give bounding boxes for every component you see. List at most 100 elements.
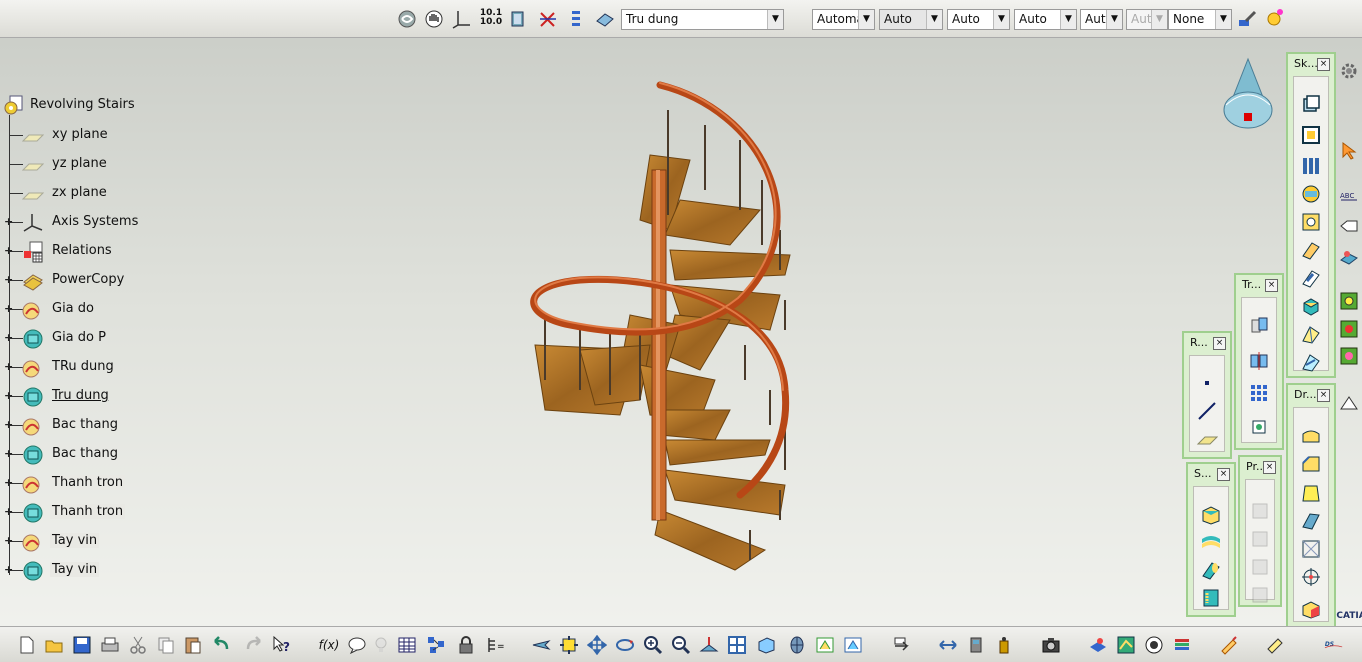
flag-note-icon[interactable] (1338, 215, 1360, 237)
pan-icon[interactable] (423, 8, 445, 30)
multi-view-icon[interactable] (726, 634, 748, 656)
view-icon[interactable] (507, 8, 529, 30)
close-icon[interactable]: × (1265, 279, 1278, 292)
hole-icon[interactable] (1300, 211, 1322, 233)
paste-icon[interactable] (182, 634, 204, 656)
parameters-icon[interactable]: = (484, 634, 506, 656)
extract-icon[interactable] (1338, 345, 1360, 367)
close-icon[interactable]: × (1317, 389, 1330, 402)
expand-icon[interactable]: + (4, 245, 13, 256)
capture-icon[interactable] (1040, 634, 1062, 656)
fit-all-icon[interactable] (558, 634, 580, 656)
thick-surface-icon[interactable] (1200, 531, 1222, 553)
pad-icon[interactable] (1300, 93, 1322, 115)
environment-icon[interactable] (1143, 634, 1165, 656)
sketch-plane-icon[interactable] (1338, 392, 1360, 414)
map-texture-icon[interactable] (1115, 634, 1137, 656)
expand-icon[interactable]: + (4, 448, 13, 459)
list-icon[interactable] (565, 8, 587, 30)
measure-icon[interactable]: 10.1 10.0 (478, 7, 504, 29)
cut-icon[interactable] (127, 634, 149, 656)
draft-icon[interactable] (1300, 482, 1322, 504)
line-icon[interactable] (1196, 400, 1218, 422)
whats-this-help-icon[interactable]: ? (271, 634, 293, 656)
swap-visible-space-icon[interactable] (842, 634, 864, 656)
axis-icon[interactable] (451, 8, 473, 30)
snap-icon[interactable] (537, 8, 559, 30)
copy-icon[interactable] (155, 634, 177, 656)
close-icon[interactable]: × (1317, 58, 1330, 71)
normal-view-icon[interactable] (698, 634, 720, 656)
expand-icon[interactable]: + (4, 419, 13, 430)
stack-layers-icon[interactable] (1171, 634, 1193, 656)
expand-icon[interactable]: + (4, 361, 13, 372)
remove-face-icon[interactable] (1300, 598, 1322, 620)
expand-icon[interactable]: + (4, 303, 13, 314)
magic-wand-icon[interactable] (1264, 6, 1286, 28)
translation-icon[interactable] (1248, 314, 1270, 336)
save-icon[interactable] (71, 634, 93, 656)
plane-icon[interactable] (1196, 428, 1219, 450)
thread-icon[interactable] (1300, 566, 1322, 588)
transparency-select[interactable]: Auto ▼ (879, 9, 943, 30)
open-folder-icon[interactable] (43, 634, 65, 656)
layer-icon[interactable] (594, 8, 616, 30)
expand-icon[interactable]: + (4, 332, 13, 343)
removed-loft-icon[interactable] (1300, 351, 1322, 373)
scan-icon[interactable] (1338, 245, 1360, 267)
expand-icon[interactable]: + (4, 506, 13, 517)
formula-icon[interactable]: f(x) (318, 634, 340, 656)
measure-between-icon[interactable] (937, 634, 959, 656)
revolving-stairs-model[interactable] (500, 70, 820, 580)
slot-icon[interactable] (1300, 267, 1322, 289)
line-type-select[interactable]: Auto ▼ (1014, 9, 1077, 30)
search-magnifier-icon[interactable] (1338, 290, 1360, 312)
edge-fillet-icon[interactable] (1300, 426, 1322, 448)
undo-icon[interactable] (210, 634, 232, 656)
close-surface-icon[interactable] (1200, 559, 1222, 581)
zoom-out-icon[interactable] (670, 634, 692, 656)
select-arrow-icon[interactable] (1338, 140, 1360, 162)
print-icon[interactable] (99, 634, 121, 656)
expand-icon[interactable]: + (4, 274, 13, 285)
new-file-icon[interactable] (16, 634, 38, 656)
scaling-icon[interactable] (1248, 416, 1270, 438)
fly-icon[interactable] (530, 634, 552, 656)
measure-inertia-icon[interactable] (993, 634, 1015, 656)
expand-icon[interactable]: + (4, 535, 13, 546)
gear-icon[interactable] (1338, 60, 1360, 82)
pan-view-icon[interactable] (586, 634, 608, 656)
shell-icon[interactable] (1300, 510, 1322, 532)
update-icon[interactable] (890, 634, 912, 656)
analysis-icon[interactable] (1338, 318, 1360, 340)
zoom-in-icon[interactable] (642, 634, 664, 656)
hide-show-icon[interactable] (814, 634, 836, 656)
layer-select[interactable]: None ▼ (1168, 9, 1232, 30)
stiffener-icon[interactable] (1300, 295, 1322, 317)
mirror-icon[interactable] (1248, 350, 1270, 372)
lock-icon[interactable] (455, 634, 477, 656)
close-icon[interactable]: × (1213, 337, 1226, 350)
rib-icon[interactable] (1300, 239, 1322, 261)
measure-item-icon[interactable] (965, 634, 987, 656)
point-symbol-select[interactable]: Aut ▼ (1080, 9, 1123, 30)
current-body-select[interactable]: Tru dung ▼ (621, 9, 784, 30)
line-thickness-select[interactable]: Auto ▼ (947, 9, 1010, 30)
color-select[interactable]: Automa ▼ (812, 9, 875, 30)
expand-icon[interactable]: + (4, 564, 13, 575)
loft-icon[interactable] (1300, 323, 1322, 345)
apply-material-icon[interactable] (1087, 634, 1109, 656)
groove-icon[interactable] (1300, 183, 1322, 205)
split-icon[interactable] (1200, 503, 1222, 525)
expand-icon[interactable]: + (4, 477, 13, 488)
rotate-view-icon[interactable] (614, 634, 636, 656)
sew-surface-icon[interactable] (1200, 587, 1222, 609)
expand-icon[interactable]: + (4, 216, 13, 227)
close-icon[interactable]: × (1217, 468, 1230, 481)
compass-icon[interactable] (1220, 55, 1276, 135)
catalog-icon[interactable] (425, 634, 447, 656)
text-annotation-icon[interactable]: ABC (1338, 185, 1360, 207)
format-painter-icon[interactable] (1236, 8, 1258, 30)
shading-icon[interactable] (786, 634, 808, 656)
sketch-tools-icon[interactable] (1218, 634, 1240, 656)
